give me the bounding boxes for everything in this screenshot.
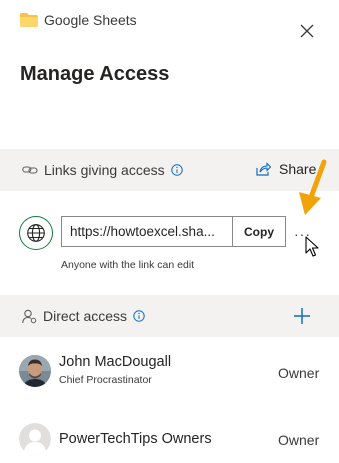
add-people-button[interactable]: [293, 307, 311, 325]
breadcrumb-location[interactable]: Google Sheets: [44, 12, 137, 28]
page-title: Manage Access: [20, 63, 170, 85]
direct-access-title: Direct access: [43, 308, 128, 324]
links-section-title: Links giving access: [44, 162, 165, 178]
direct-access-label: Direct access: [22, 308, 145, 324]
links-section-header: Links giving access Share: [0, 149, 339, 191]
avatar: [19, 355, 51, 387]
mouse-cursor-icon: [305, 236, 319, 257]
folder-icon: [20, 13, 38, 27]
close-button[interactable]: [298, 22, 316, 40]
link-url-input[interactable]: [62, 217, 232, 246]
person-icon: [22, 309, 37, 323]
direct-access-section-header: Direct access: [0, 295, 339, 337]
person-name: John MacDougall: [59, 354, 172, 370]
close-icon: [300, 24, 314, 38]
link-icon: [22, 166, 38, 174]
plus-icon: [294, 308, 310, 324]
info-icon[interactable]: [170, 164, 183, 176]
avatar: [19, 423, 51, 455]
globe-icon: [27, 224, 45, 242]
copy-button[interactable]: Copy: [232, 217, 285, 246]
breadcrumb: Google Sheets: [20, 12, 137, 28]
person-role: Chief Procrastinator: [59, 374, 152, 386]
link-settings-button[interactable]: [19, 216, 53, 250]
share-icon: [256, 162, 271, 176]
link-field: Copy: [61, 216, 286, 247]
person-name: PowerTechTips Owners: [59, 431, 212, 447]
arrow-annotation: [299, 159, 327, 215]
link-permission-caption: Anyone with the link can edit: [61, 259, 195, 271]
info-icon[interactable]: [133, 310, 145, 322]
permission-label[interactable]: Owner: [278, 365, 319, 381]
people-list-item[interactable]: John MacDougall Chief Procrastinator Own…: [19, 352, 339, 392]
permission-label[interactable]: Owner: [278, 432, 319, 448]
people-list-item[interactable]: PowerTechTips Owners Owner: [19, 420, 339, 460]
links-section-label: Links giving access: [22, 162, 183, 178]
